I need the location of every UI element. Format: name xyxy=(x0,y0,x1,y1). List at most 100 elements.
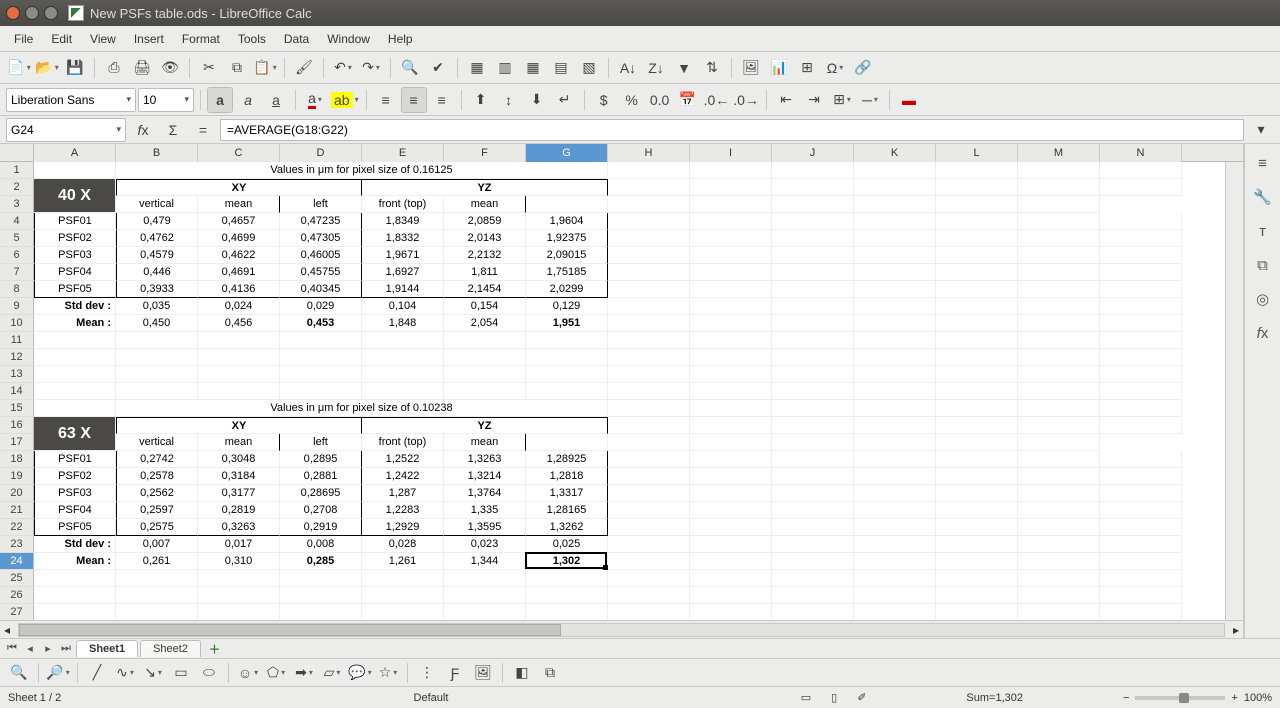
cell-G19[interactable]: 1,2818 xyxy=(526,468,608,485)
menu-tools[interactable]: Tools xyxy=(230,29,274,49)
cell-K20[interactable] xyxy=(854,485,936,502)
border-style-button[interactable]: ─ xyxy=(857,87,883,113)
cell-G23[interactable]: 0,025 xyxy=(526,536,608,553)
cell-M12[interactable] xyxy=(1018,349,1100,366)
cell-K22[interactable] xyxy=(854,519,936,536)
cell-C5[interactable]: 0,4699 xyxy=(198,230,280,247)
cell-D24[interactable]: 0,285 xyxy=(280,553,362,570)
cell-I14[interactable] xyxy=(690,383,772,400)
cell-A23[interactable]: Std dev : xyxy=(34,536,116,553)
cell-C17[interactable]: vertical xyxy=(116,434,198,451)
cell-J4[interactable] xyxy=(772,213,854,230)
cell-I12[interactable] xyxy=(690,349,772,366)
cell-M8[interactable] xyxy=(1018,281,1100,298)
cell-G20[interactable]: 1,3317 xyxy=(526,485,608,502)
cell-M18[interactable] xyxy=(1018,451,1100,468)
cell-I5[interactable] xyxy=(690,230,772,247)
cell-I22[interactable] xyxy=(690,519,772,536)
cell-H7[interactable] xyxy=(608,264,690,281)
cell-J26[interactable] xyxy=(772,587,854,604)
cell-H8[interactable] xyxy=(608,281,690,298)
cell-D17[interactable]: mean xyxy=(198,434,280,451)
cell-A22[interactable]: PSF05 xyxy=(34,519,116,536)
cell-H26[interactable] xyxy=(608,587,690,604)
cell-C26[interactable] xyxy=(198,587,280,604)
font-size-combo[interactable]: ▾ xyxy=(138,88,194,112)
cell-I26[interactable] xyxy=(690,587,772,604)
cell-D7[interactable]: 0,45755 xyxy=(280,264,362,281)
cell-C22[interactable]: 0,3263 xyxy=(198,519,280,536)
cell-N2[interactable] xyxy=(1100,179,1182,196)
cell-D14[interactable] xyxy=(280,383,362,400)
cell-E16[interactable]: YZ xyxy=(362,417,608,434)
cell-A14[interactable] xyxy=(34,383,116,400)
cell-H20[interactable] xyxy=(608,485,690,502)
cell-B6[interactable]: 0,4579 xyxy=(116,247,198,264)
cell-N21[interactable] xyxy=(1100,502,1182,519)
align-middle-button[interactable]: ↕ xyxy=(496,87,522,113)
cell-H12[interactable] xyxy=(608,349,690,366)
cell-M16[interactable] xyxy=(1018,417,1100,434)
column-header-E[interactable]: E xyxy=(362,144,444,162)
cell-B13[interactable] xyxy=(116,366,198,383)
status-insert-mode-icon[interactable]: ▭ xyxy=(801,691,811,704)
cell-K13[interactable] xyxy=(854,366,936,383)
cell-H22[interactable] xyxy=(608,519,690,536)
column-header-F[interactable]: F xyxy=(444,144,526,162)
currency-button[interactable]: $ xyxy=(591,87,617,113)
cell-D5[interactable]: 0,47305 xyxy=(280,230,362,247)
cell-A20[interactable]: PSF03 xyxy=(34,485,116,502)
cell-N12[interactable] xyxy=(1100,349,1182,366)
callout-button[interactable]: 💬 xyxy=(347,660,373,686)
row-header-5[interactable]: 5 xyxy=(0,230,34,247)
cell-C6[interactable]: 0,4622 xyxy=(198,247,280,264)
cell-H9[interactable] xyxy=(608,298,690,315)
cell-H25[interactable] xyxy=(608,570,690,587)
cell-E22[interactable]: 1,2929 xyxy=(362,519,444,536)
cell-N5[interactable] xyxy=(1100,230,1182,247)
cell-E24[interactable]: 1,261 xyxy=(362,553,444,570)
cell-K9[interactable] xyxy=(854,298,936,315)
increase-indent-button[interactable]: ⇥ xyxy=(801,87,827,113)
points-button[interactable]: ⋮ xyxy=(414,660,440,686)
cell-E20[interactable]: 1,287 xyxy=(362,485,444,502)
cell-J19[interactable] xyxy=(772,468,854,485)
cell-K18[interactable] xyxy=(854,451,936,468)
cell-G6[interactable]: 2,09015 xyxy=(526,247,608,264)
cell-F19[interactable]: 1,3214 xyxy=(444,468,526,485)
cell-G21[interactable]: 1,28165 xyxy=(526,502,608,519)
row-header-20[interactable]: 20 xyxy=(0,485,34,502)
save-button[interactable]: 💾 xyxy=(62,55,88,81)
cell-C19[interactable]: 0,3184 xyxy=(198,468,280,485)
cell-E27[interactable] xyxy=(362,604,444,620)
cell-G10[interactable]: 1,951 xyxy=(526,315,608,332)
cell-A26[interactable] xyxy=(34,587,116,604)
cell-G9[interactable]: 0,129 xyxy=(526,298,608,315)
cell-B27[interactable] xyxy=(116,604,198,620)
select-all-corner[interactable] xyxy=(0,144,34,161)
cell-D6[interactable]: 0,46005 xyxy=(280,247,362,264)
cell-E5[interactable]: 1,8332 xyxy=(362,230,444,247)
cell-F8[interactable]: 2,1454 xyxy=(444,281,526,298)
cell-M4[interactable] xyxy=(1018,213,1100,230)
cell-J5[interactable] xyxy=(772,230,854,247)
row-header-23[interactable]: 23 xyxy=(0,536,34,553)
cell-A21[interactable]: PSF04 xyxy=(34,502,116,519)
cell-N24[interactable] xyxy=(1100,553,1182,570)
cell-E11[interactable] xyxy=(362,332,444,349)
cell-K6[interactable] xyxy=(854,247,936,264)
row-header-1[interactable]: 1 xyxy=(0,162,34,179)
cell-M22[interactable] xyxy=(1018,519,1100,536)
export-pdf-button[interactable]: ⎙ xyxy=(101,55,127,81)
cell-A18[interactable]: PSF01 xyxy=(34,451,116,468)
cell-B19[interactable]: 0,2578 xyxy=(116,468,198,485)
cell-J9[interactable] xyxy=(772,298,854,315)
cell-D12[interactable] xyxy=(280,349,362,366)
sidebar-navigator-icon[interactable]: ◎ xyxy=(1250,286,1276,312)
column-header-K[interactable]: K xyxy=(854,144,936,162)
cell-K3[interactable] xyxy=(772,196,854,213)
find-button[interactable]: 🔍 xyxy=(397,55,423,81)
cell-B18[interactable]: 0,2742 xyxy=(116,451,198,468)
column-header-H[interactable]: H xyxy=(608,144,690,162)
align-center-button[interactable]: ≡ xyxy=(401,87,427,113)
